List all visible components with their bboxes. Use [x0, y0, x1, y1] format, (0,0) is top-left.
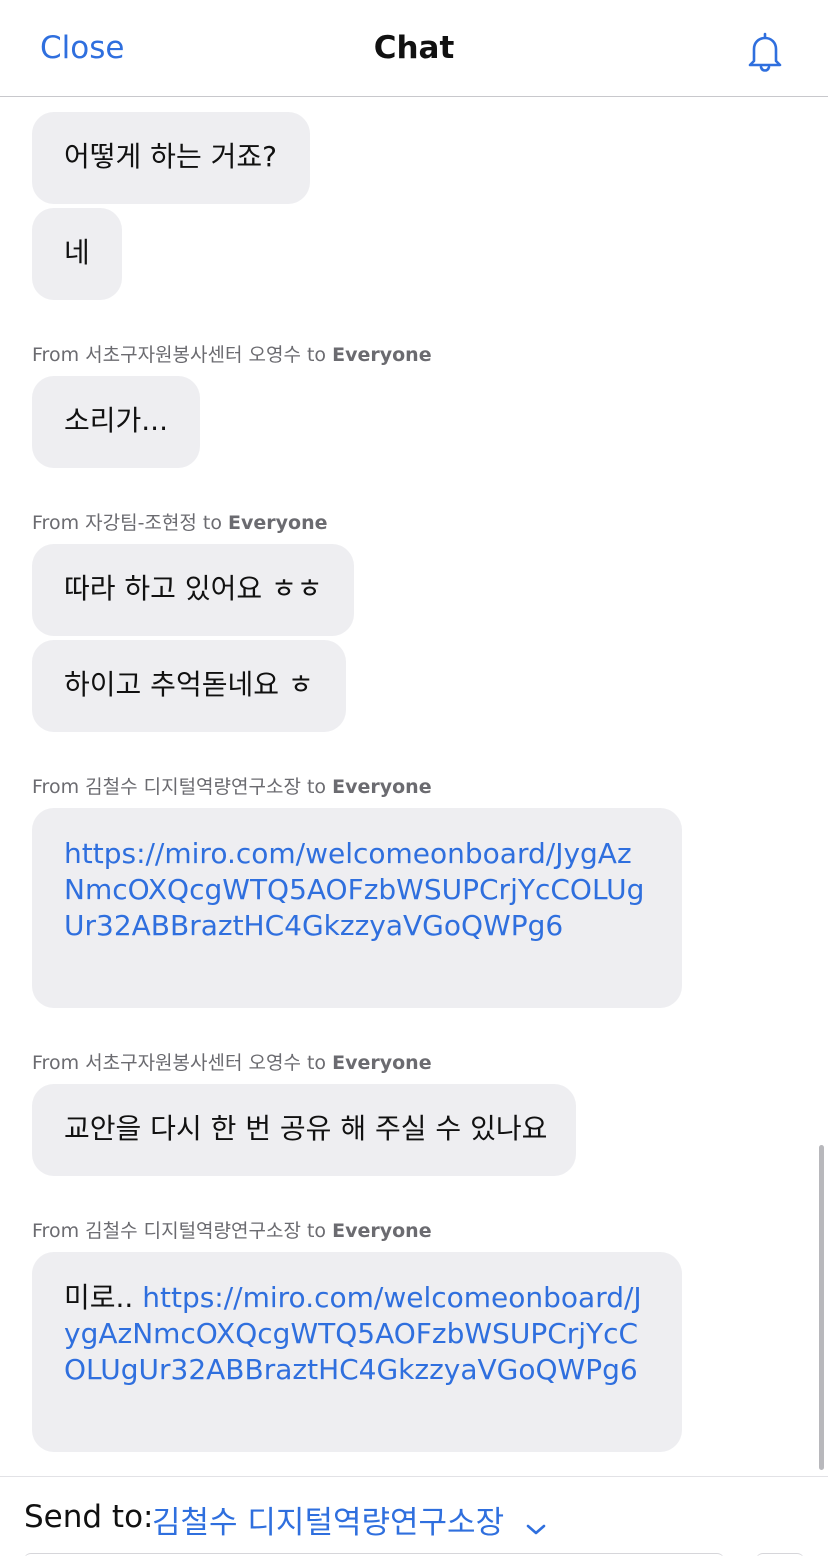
sender-name: 김철수 디지털역량연구소장	[85, 776, 301, 798]
message-text-prefix: 미로..	[64, 1281, 143, 1314]
sender-name: 김철수 디지털역량연구소장	[85, 1220, 301, 1242]
recipient-name: 김철수 디지털역량연구소장	[152, 1505, 505, 1541]
message-text: 교안을 다시 한 번 공유 해 주실 수 있나요	[64, 1112, 548, 1145]
message-bubble: 어떻게 하는 거죠?	[32, 112, 310, 204]
bell-icon[interactable]	[744, 30, 786, 72]
chat-screen: Close Chat 어떻게 하는 거죠? 네 From 서초구자원봉사센터 오…	[0, 0, 828, 1556]
recipient-name: Everyone	[332, 1220, 432, 1242]
message-bubble: 하이고 추억돋네요 ㅎ	[32, 640, 346, 732]
message-link[interactable]: https://miro.com/welcomeonboard/JygAzNmc…	[64, 1281, 642, 1386]
from-prefix: From	[32, 1052, 80, 1074]
recipient-selector[interactable]: 김철수 디지털역량연구소장	[152, 1497, 548, 1542]
to-word: to	[306, 344, 327, 366]
recipient-name: Everyone	[332, 776, 432, 798]
sender-name: 서초구자원봉사센터 오영수	[85, 1052, 301, 1074]
message-text: 네	[64, 236, 90, 269]
message-meta: From 김철수 디지털역량연구소장 to Everyone	[32, 772, 432, 799]
message-meta: From 김철수 디지털역량연구소장 to Everyone	[32, 1216, 432, 1243]
message-text: 따라 하고 있어요 ㅎㅎ	[64, 572, 323, 605]
to-word: to	[306, 1052, 327, 1074]
chevron-down-icon	[524, 1513, 548, 1537]
message-bubble: 따라 하고 있어요 ㅎㅎ	[32, 544, 354, 636]
message-meta: From 자강팀-조현정 to Everyone	[32, 508, 328, 535]
page-title: Chat	[373, 30, 455, 66]
message-bubble: 교안을 다시 한 번 공유 해 주실 수 있나요	[32, 1084, 576, 1176]
message-text: 소리가...	[64, 404, 168, 437]
message-text: 하이고 추억돋네요 ㅎ	[64, 668, 314, 701]
message-meta: From 서초구자원봉사센터 오영수 to Everyone	[32, 1048, 432, 1075]
recipient-name: Everyone	[332, 1052, 432, 1074]
from-prefix: From	[32, 344, 80, 366]
to-word: to	[202, 512, 222, 534]
message-link[interactable]: https://miro.com/welcomeonboard/JygAzNmc…	[64, 837, 644, 942]
send-to-label: Send to:	[24, 1499, 154, 1535]
message-bubble: https://miro.com/welcomeonboard/JygAzNmc…	[32, 808, 682, 1008]
message-bubble: 소리가...	[32, 376, 200, 468]
recipient-name: Everyone	[332, 344, 432, 366]
recipient-name: Everyone	[228, 512, 328, 534]
scrollbar[interactable]	[819, 1145, 824, 1470]
message-bubble: 미로.. https://miro.com/welcomeonboard/Jyg…	[32, 1252, 682, 1452]
from-prefix: From	[32, 776, 80, 798]
chat-header: Close Chat	[0, 0, 828, 97]
from-prefix: From	[32, 1220, 80, 1242]
message-text: 어떻게 하는 거죠?	[64, 140, 277, 173]
message-bubble: 네	[32, 208, 122, 300]
to-word: to	[306, 1220, 327, 1242]
sender-name: 서초구자원봉사센터 오영수	[85, 344, 301, 366]
from-prefix: From	[32, 512, 80, 534]
to-word: to	[306, 776, 327, 798]
send-to-bar: Send to: 김철수 디지털역량연구소장	[0, 1476, 828, 1556]
sender-name: 자강팀-조현정	[85, 512, 197, 534]
message-meta: From 서초구자원봉사센터 오영수 to Everyone	[32, 340, 432, 367]
